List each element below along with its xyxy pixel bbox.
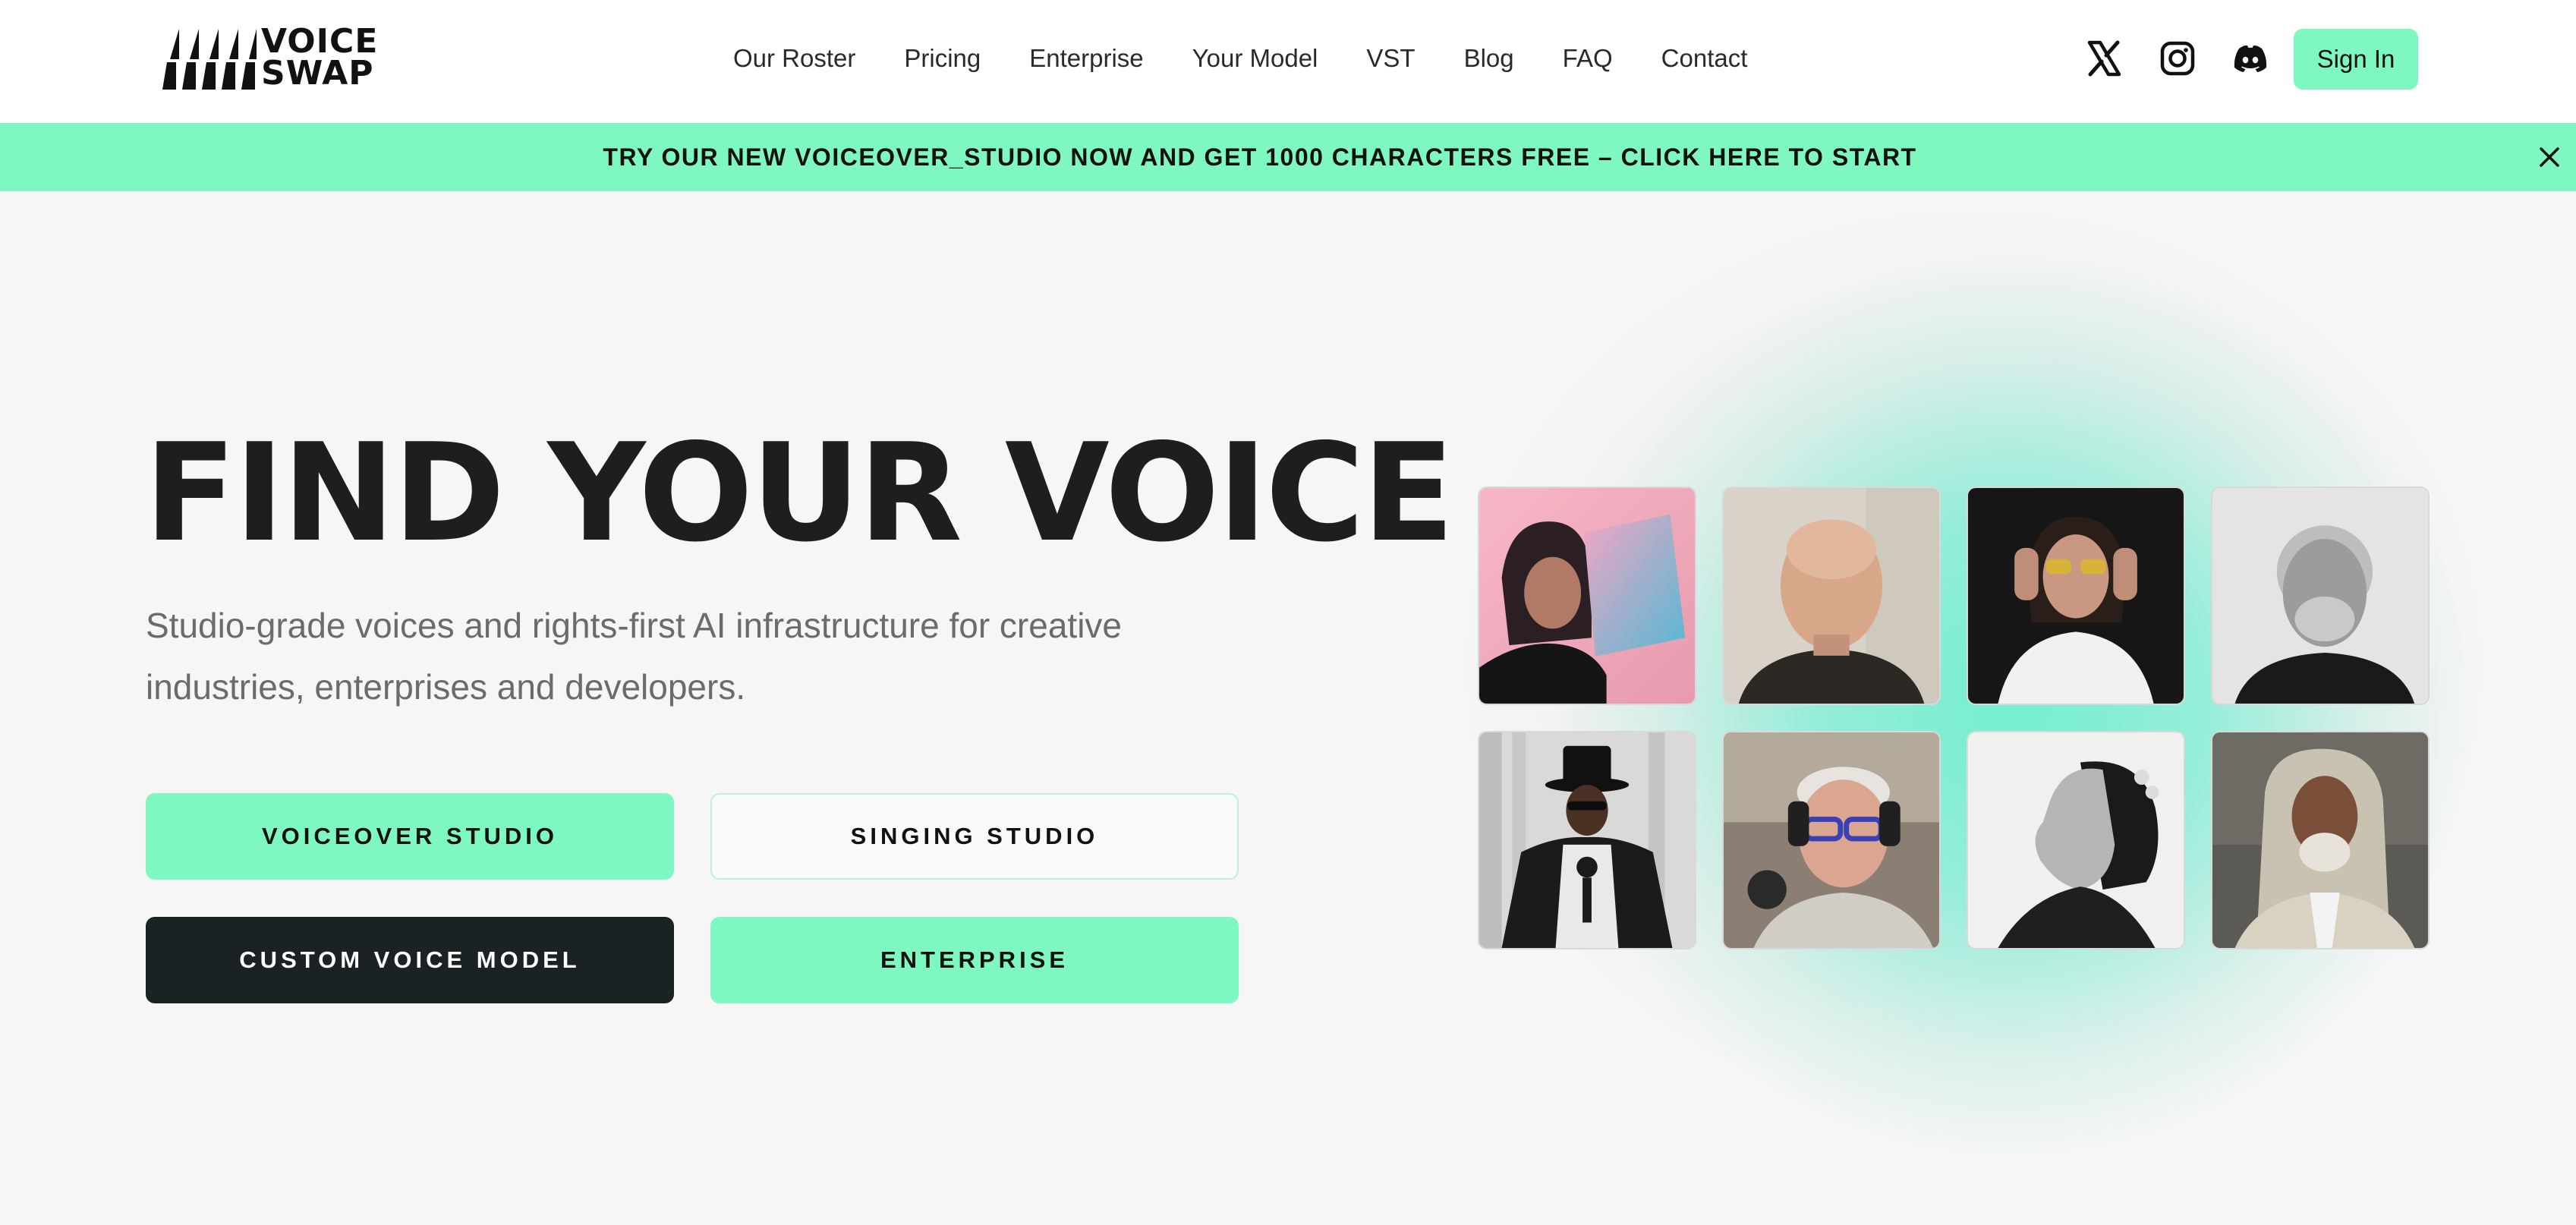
artist-portrait[interactable]: [2211, 731, 2430, 949]
artist-portrait[interactable]: [1722, 487, 1941, 705]
artist-portrait[interactable]: [1967, 731, 2185, 949]
nav-faq[interactable]: FAQ: [1563, 44, 1613, 73]
logo-bars-icon: [162, 29, 257, 90]
artist-portrait[interactable]: [1967, 487, 2185, 705]
close-icon[interactable]: [2533, 141, 2565, 173]
nav-our-roster[interactable]: Our Roster: [733, 44, 855, 73]
nav-your-model[interactable]: Your Model: [1192, 44, 1318, 73]
nav-pricing[interactable]: Pricing: [904, 44, 981, 73]
artist-portrait[interactable]: [1478, 731, 1696, 949]
logo-wordmark: VOICE SWAP: [261, 22, 379, 93]
promo-banner: TRY OUR NEW VOICEOVER_STUDIO NOW AND GET…: [0, 123, 2576, 191]
hero-title: FIND YOUR VOICE: [144, 414, 1454, 572]
custom-voice-model-button[interactable]: CUSTOM VOICE MODEL: [146, 917, 674, 1003]
nav-vst[interactable]: VST: [1366, 44, 1415, 73]
hero-background-glow: [1556, 258, 2467, 1154]
logo-line-1: VOICE: [261, 22, 379, 61]
artist-portrait[interactable]: [2211, 487, 2430, 705]
nav-blog[interactable]: Blog: [1464, 44, 1514, 73]
nav-enterprise[interactable]: Enterprise: [1029, 44, 1143, 73]
instagram-icon[interactable]: [2157, 38, 2198, 79]
site-header: VOICE SWAP Our Roster Pricing Enterprise…: [0, 0, 2576, 123]
enterprise-button[interactable]: ENTERPRISE: [710, 917, 1239, 1003]
discord-icon[interactable]: [2230, 38, 2271, 79]
voiceover-studio-button[interactable]: VOICEOVER STUDIO: [146, 793, 674, 880]
x-icon[interactable]: [2083, 38, 2124, 79]
main-nav: Our Roster Pricing Enterprise Your Model…: [733, 39, 1747, 77]
hero-subtitle: Studio-grade voices and rights-first AI …: [146, 606, 1123, 707]
sign-in-button[interactable]: Sign In: [2294, 29, 2418, 90]
logo-line-2: SWAP: [261, 54, 374, 93]
promo-banner-link[interactable]: TRY OUR NEW VOICEOVER_STUDIO NOW AND GET…: [0, 123, 2520, 191]
artist-portrait[interactable]: [1478, 487, 1696, 705]
nav-contact[interactable]: Contact: [1661, 44, 1748, 73]
artist-portrait[interactable]: [1722, 731, 1941, 949]
singing-studio-button[interactable]: SINGING STUDIO: [710, 793, 1239, 880]
voiceswap-logo[interactable]: VOICE SWAP: [162, 22, 383, 94]
